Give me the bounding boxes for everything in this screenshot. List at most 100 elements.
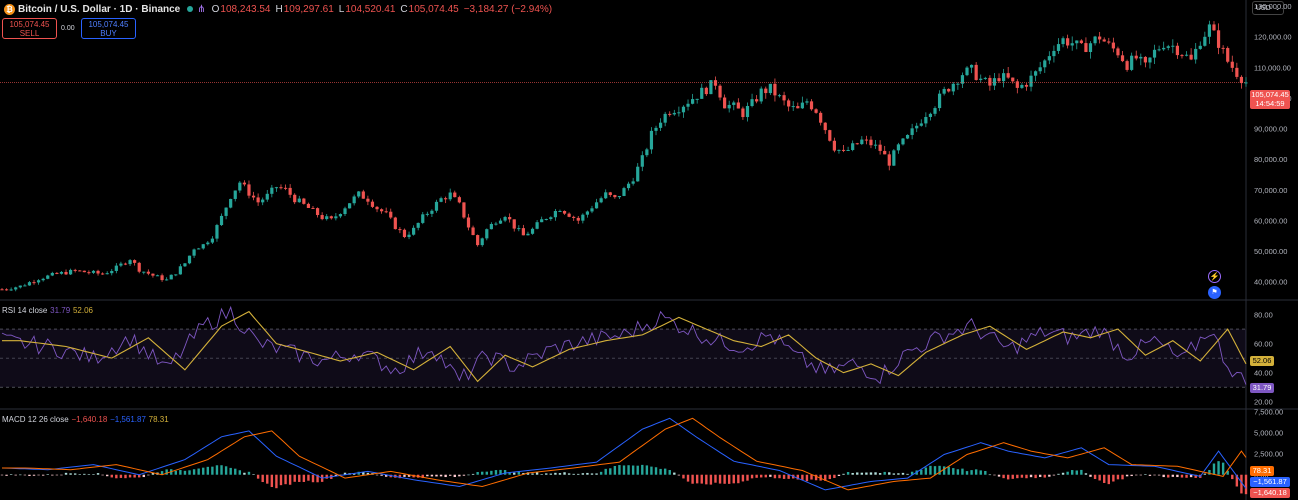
macd-histogram-bar xyxy=(1139,474,1143,476)
event-icon[interactable]: ⚡ xyxy=(1208,270,1221,283)
candle-body xyxy=(416,222,420,228)
candle-body xyxy=(238,182,242,191)
macd-histogram-bar xyxy=(1029,474,1033,478)
macd-histogram-bar xyxy=(1075,470,1078,475)
macd-histogram-bar xyxy=(599,471,603,475)
price-axis[interactable]: 130,000.00120,000.00110,000.00100,000.00… xyxy=(1254,2,1292,480)
candle-body xyxy=(823,122,827,131)
candle-body xyxy=(59,271,64,274)
candle-body xyxy=(9,289,13,291)
candle-body xyxy=(508,217,512,220)
macd-histogram-bar xyxy=(1025,474,1028,479)
candle-body xyxy=(672,112,676,115)
macd-histogram-bar xyxy=(124,474,127,479)
last-price-label: 105,074.45 xyxy=(1251,90,1289,99)
candle-body xyxy=(928,113,933,117)
candle-body xyxy=(384,211,388,213)
macd-histogram-bar xyxy=(1103,474,1106,483)
macd-histogram-bar xyxy=(220,465,223,475)
macd-histogram-bar xyxy=(686,474,690,482)
candle-body xyxy=(658,122,663,128)
macd-histogram-bar xyxy=(444,474,447,478)
candle-body xyxy=(626,183,631,189)
candle-body xyxy=(869,139,873,146)
candle-body xyxy=(1221,47,1225,49)
candle-body xyxy=(402,229,407,238)
macd-histogram-bar xyxy=(325,474,328,479)
macd-histogram-bar xyxy=(503,470,507,475)
candle-body xyxy=(663,113,667,123)
macd-histogram-bar xyxy=(380,474,383,476)
macd-histogram-bar xyxy=(403,474,406,477)
candle-body xyxy=(974,64,978,80)
price-pane[interactable] xyxy=(0,20,1248,292)
macd-histogram-bar xyxy=(1002,474,1005,479)
macd-histogram-bar xyxy=(668,470,671,475)
rsi-legend: RSI 14 close 31.79 52.06 xyxy=(2,305,93,316)
candle-body xyxy=(809,101,814,110)
candle-body xyxy=(562,210,567,214)
macd-histogram-bar xyxy=(705,474,708,485)
macd-histogram-bar xyxy=(115,474,118,479)
candle-body xyxy=(1203,36,1207,46)
candle-body xyxy=(242,182,246,185)
candle-body xyxy=(1216,30,1221,48)
macd-histogram-bar xyxy=(5,474,8,476)
candle-body xyxy=(512,219,516,229)
candle-body xyxy=(261,199,265,203)
macd-histogram-bar xyxy=(581,473,585,475)
candle-body xyxy=(759,88,763,102)
macd-histogram-bar xyxy=(673,472,676,475)
rsi-ma-value: 52.06 xyxy=(72,306,93,315)
candle-body xyxy=(197,248,201,250)
candle-body xyxy=(444,198,448,200)
candle-body xyxy=(1175,45,1179,56)
candle-body xyxy=(718,85,722,98)
candle-body xyxy=(247,184,251,196)
macd-histogram-bar xyxy=(1212,463,1216,475)
candle-body xyxy=(146,271,150,274)
rsi-badge: 31.79 xyxy=(1250,383,1274,393)
macd-histogram-bar xyxy=(695,474,699,484)
candle-body xyxy=(640,155,644,167)
candle-body xyxy=(576,217,580,221)
macd-histogram-bar xyxy=(1180,474,1184,478)
candle-body xyxy=(23,285,27,287)
candle-body xyxy=(425,213,429,215)
macd-pane[interactable] xyxy=(0,417,1248,495)
candle-body xyxy=(489,223,493,230)
macd-histogram-bar xyxy=(513,472,516,475)
candle-body xyxy=(530,228,535,234)
macd-histogram-bar xyxy=(974,469,978,475)
macd-histogram-bar xyxy=(1144,474,1147,475)
candle-body xyxy=(1070,43,1074,46)
macd-histogram-bar xyxy=(0,474,4,476)
price-tick-label: 120,000.00 xyxy=(1254,33,1292,42)
candle-body xyxy=(1171,45,1175,47)
macd-histogram-bar xyxy=(238,470,242,475)
candle-body xyxy=(1148,57,1152,63)
rsi-pane[interactable] xyxy=(0,305,1247,388)
macd-histogram-bar xyxy=(14,474,17,476)
candle-body xyxy=(174,274,178,276)
macd-histogram-bar xyxy=(590,473,594,475)
macd-histogram-bar xyxy=(55,474,59,476)
macd-histogram-bar xyxy=(1121,474,1124,480)
candle-body xyxy=(883,150,887,155)
macd-histogram-bar xyxy=(69,473,72,475)
candle-body xyxy=(1052,50,1056,57)
price-tick-label: 130,000.00 xyxy=(1254,2,1292,11)
flag-icon[interactable]: ⚑ xyxy=(1208,286,1221,299)
candle-body xyxy=(233,190,237,199)
candle-body xyxy=(992,78,997,86)
candle-body xyxy=(14,287,18,290)
macd-histogram-bar xyxy=(810,474,813,480)
macd-label: MACD 12 26 close xyxy=(2,415,69,424)
candle-body xyxy=(608,192,612,196)
chart-canvas[interactable]: 130,000.00120,000.00110,000.00100,000.00… xyxy=(0,0,1298,500)
candle-body xyxy=(942,88,946,94)
candle-body xyxy=(338,214,343,217)
candle-body xyxy=(764,88,768,94)
candle-body xyxy=(370,201,375,207)
candle-body xyxy=(270,187,274,194)
